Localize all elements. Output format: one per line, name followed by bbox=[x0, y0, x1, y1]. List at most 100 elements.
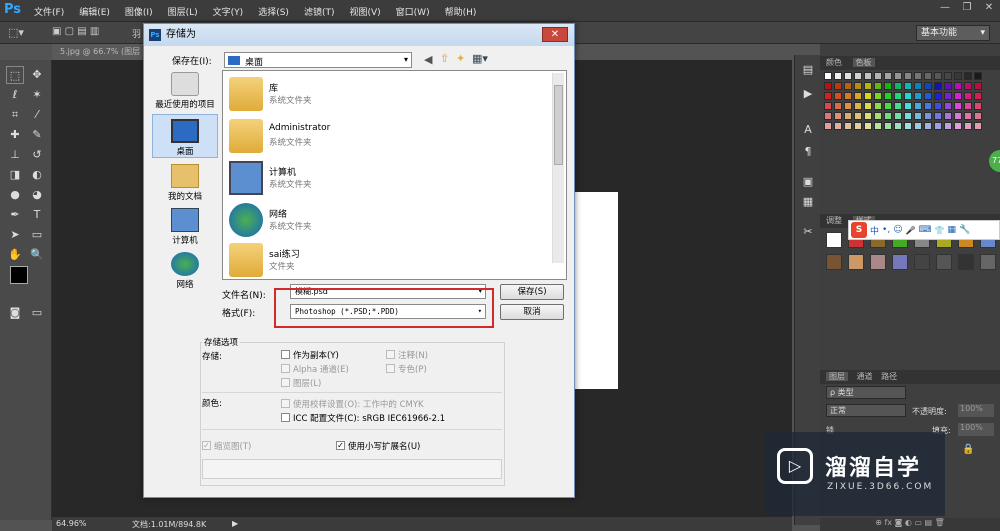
place-recent[interactable]: 最近使用的项目 bbox=[152, 72, 218, 110]
color-swatch[interactable] bbox=[874, 92, 882, 100]
place-desktop[interactable]: 桌面 bbox=[152, 114, 218, 158]
color-swatch[interactable] bbox=[884, 82, 892, 90]
menu-layer[interactable]: 图层(L) bbox=[168, 5, 198, 18]
list-item[interactable]: Administrator 系统文件夹 bbox=[227, 117, 547, 157]
blend-mode-select[interactable]: 正常 bbox=[826, 404, 906, 417]
color-swatch[interactable] bbox=[824, 102, 832, 110]
opacity-field[interactable]: 100% bbox=[958, 404, 994, 417]
new-folder-icon[interactable]: ✦ bbox=[456, 52, 465, 65]
color-swatch[interactable] bbox=[834, 92, 842, 100]
as-copy-checkbox[interactable] bbox=[281, 350, 290, 359]
lasso-tool-icon[interactable]: ℓ bbox=[6, 86, 24, 104]
color-swatch[interactable] bbox=[954, 112, 962, 120]
color-swatch[interactable] bbox=[934, 102, 942, 110]
blur-tool-icon[interactable]: ● bbox=[6, 186, 24, 204]
menu-window[interactable]: 窗口(W) bbox=[396, 5, 430, 18]
color-swatch[interactable] bbox=[944, 72, 952, 80]
color-swatch[interactable] bbox=[834, 72, 842, 80]
save-in-select[interactable]: 桌面 ▾ bbox=[224, 52, 412, 68]
zoom-tool-icon[interactable]: 🔍 bbox=[28, 246, 46, 264]
color-swatch[interactable] bbox=[964, 82, 972, 90]
history-panel-icon[interactable]: ▤ bbox=[799, 61, 817, 79]
color-swatch[interactable] bbox=[854, 112, 862, 120]
style-swatch[interactable] bbox=[958, 254, 974, 270]
stamp-tool-icon[interactable]: ⊥ bbox=[6, 146, 24, 164]
color-swatch[interactable] bbox=[874, 122, 882, 130]
ime-voice-icon[interactable]: 🎤 bbox=[906, 226, 916, 235]
color-swatch[interactable] bbox=[854, 92, 862, 100]
file-list[interactable]: 库系统文件夹 Administrator 系统文件夹 计算机 系统文件夹 网络 系统文… bbox=[222, 70, 567, 280]
marquee-icon[interactable]: ⬚▾ bbox=[8, 26, 24, 39]
spot-checkbox[interactable] bbox=[386, 364, 395, 373]
fill-field[interactable]: 100% bbox=[958, 423, 994, 436]
color-swatch[interactable] bbox=[924, 92, 932, 100]
shape-tool-icon[interactable]: ▭ bbox=[28, 226, 46, 244]
color-swatch[interactable] bbox=[914, 92, 922, 100]
layer-kind-filter[interactable]: ρ 类型 bbox=[826, 386, 906, 399]
color-swatch[interactable] bbox=[834, 102, 842, 110]
color-swatch[interactable] bbox=[944, 92, 952, 100]
color-swatch[interactable] bbox=[894, 122, 902, 130]
foreground-color-swatch[interactable] bbox=[10, 266, 28, 284]
cancel-button[interactable]: 取消 bbox=[500, 304, 564, 320]
sogou-logo-icon[interactable]: S bbox=[851, 222, 867, 238]
color-swatch[interactable] bbox=[974, 122, 982, 130]
ime-emoji-icon[interactable]: ☺ bbox=[893, 225, 902, 235]
view-menu-icon[interactable]: ▦▾ bbox=[472, 52, 488, 65]
color-swatch[interactable] bbox=[824, 112, 832, 120]
color-swatch[interactable] bbox=[874, 112, 882, 120]
list-item[interactable]: sai练习 文件夹 bbox=[227, 241, 547, 281]
color-swatch[interactable] bbox=[934, 92, 942, 100]
color-swatch[interactable] bbox=[824, 72, 832, 80]
color-swatch[interactable] bbox=[954, 122, 962, 130]
place-documents[interactable]: 我的文档 bbox=[152, 164, 218, 202]
workspace-select[interactable]: 基本功能 ▾ bbox=[916, 25, 990, 41]
color-swatch[interactable] bbox=[844, 72, 852, 80]
color-swatch[interactable] bbox=[914, 122, 922, 130]
place-network[interactable]: 网络 bbox=[152, 252, 218, 290]
color-swatch[interactable] bbox=[904, 92, 912, 100]
character-panel-icon[interactable]: A bbox=[799, 121, 817, 139]
color-swatch[interactable] bbox=[884, 102, 892, 110]
tab-layers[interactable]: 图层 bbox=[826, 372, 848, 381]
alpha-checkbox[interactable] bbox=[281, 364, 290, 373]
color-swatch[interactable] bbox=[884, 122, 892, 130]
color-swatch[interactable] bbox=[864, 72, 872, 80]
restore-icon[interactable]: ❐ bbox=[956, 0, 978, 16]
menu-view[interactable]: 视图(V) bbox=[349, 5, 380, 18]
notes-checkbox[interactable] bbox=[386, 350, 395, 359]
color-swatch[interactable] bbox=[904, 122, 912, 130]
color-swatch[interactable] bbox=[954, 92, 962, 100]
color-swatch[interactable] bbox=[964, 122, 972, 130]
ime-punct-icon[interactable]: •, bbox=[882, 225, 890, 235]
color-swatch[interactable] bbox=[824, 92, 832, 100]
menu-filter[interactable]: 滤镜(T) bbox=[304, 5, 335, 18]
file-list-scrollbar[interactable] bbox=[552, 73, 564, 263]
color-swatch[interactable] bbox=[834, 122, 842, 130]
style-swatch[interactable] bbox=[980, 254, 996, 270]
close-icon[interactable]: ✕ bbox=[978, 0, 1000, 16]
place-computer[interactable]: 计算机 bbox=[152, 208, 218, 246]
color-swatch[interactable] bbox=[874, 102, 882, 110]
info-panel-icon[interactable]: ▣ bbox=[799, 173, 817, 191]
color-swatch[interactable] bbox=[854, 72, 862, 80]
color-swatch[interactable] bbox=[844, 82, 852, 90]
color-swatch[interactable] bbox=[834, 82, 842, 90]
color-swatch[interactable] bbox=[944, 82, 952, 90]
style-swatch[interactable] bbox=[892, 254, 908, 270]
color-swatch[interactable] bbox=[854, 102, 862, 110]
color-swatch[interactable] bbox=[934, 82, 942, 90]
style-swatch[interactable] bbox=[936, 254, 952, 270]
status-menu-arrow-icon[interactable]: ▶ bbox=[232, 519, 238, 528]
color-swatch[interactable] bbox=[874, 82, 882, 90]
icc-profile-checkbox[interactable] bbox=[281, 413, 290, 422]
ime-toolbox-icon[interactable]: ▦ bbox=[948, 225, 957, 235]
dialog-close-button[interactable]: ✕ bbox=[542, 27, 568, 42]
up-folder-icon[interactable]: ⇧ bbox=[440, 52, 449, 65]
properties-panel-icon[interactable]: ▦ bbox=[799, 193, 817, 211]
color-swatch[interactable] bbox=[974, 92, 982, 100]
layers-checkbox[interactable] bbox=[281, 378, 290, 387]
path-selection-tool-icon[interactable]: ➤ bbox=[6, 226, 24, 244]
ime-chinese-toggle[interactable]: 中 bbox=[870, 224, 879, 237]
menu-help[interactable]: 帮助(H) bbox=[445, 5, 477, 18]
